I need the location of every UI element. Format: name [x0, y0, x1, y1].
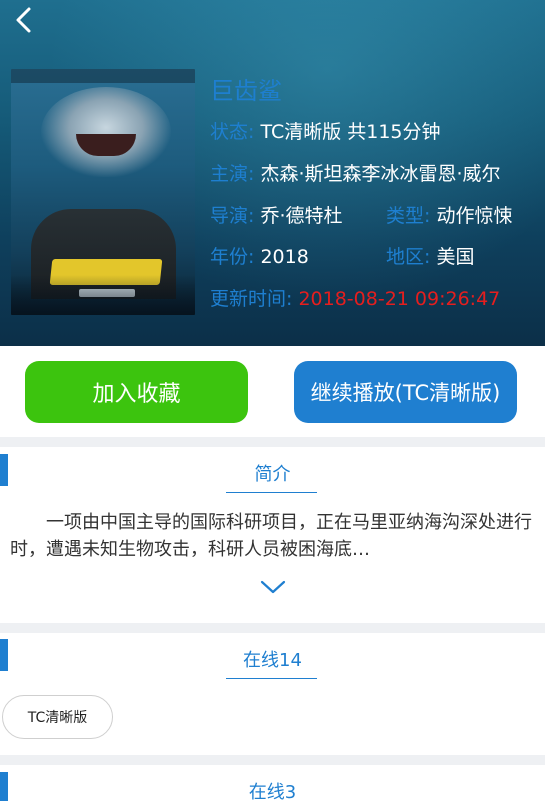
region-label: 地区: [386, 246, 431, 268]
add-favorite-button[interactable]: 加入收藏 [25, 361, 248, 423]
movie-poster [11, 69, 195, 315]
chevron-down-icon [260, 580, 286, 594]
year-value: 2018 [260, 246, 309, 268]
updated-label: 更新时间: [210, 288, 293, 310]
continue-play-button[interactable]: 继续播放(TC清晰版) [294, 361, 517, 423]
genre-value: 动作惊悚 [436, 205, 513, 227]
back-button[interactable] [8, 4, 40, 36]
source-heading[interactable]: 在线14 [0, 646, 545, 672]
year-row: 年份: 2018 [210, 245, 309, 269]
director-value: 乔·德特杜 [260, 205, 343, 227]
status-row: 状态: TC清晰版 共115分钟 [210, 120, 441, 144]
cast-value: 杰森·斯坦森李冰冰雷恩·威尔 [260, 163, 501, 185]
divider [0, 437, 545, 447]
movie-header: 巨齿鲨 状态: TC清晰版 共115分钟 主演: 杰森·斯坦森李冰冰雷恩·威尔 … [0, 0, 545, 346]
updated-row: 更新时间: 2018-08-21 09:26:47 [210, 287, 500, 311]
cast-row: 主演: 杰森·斯坦森李冰冰雷恩·威尔 [210, 162, 501, 186]
genre-row: 类型: 动作惊悚 [386, 204, 512, 228]
region-value: 美国 [436, 246, 475, 268]
status-value: TC清晰版 共115分钟 [260, 121, 441, 143]
source-heading[interactable]: 在线3 [0, 778, 545, 801]
updated-value: 2018-08-21 09:26:47 [298, 288, 501, 310]
cast-label: 主演: [210, 163, 255, 185]
genre-label: 类型: [386, 205, 431, 227]
director-label: 导演: [210, 205, 255, 227]
source-underline [226, 678, 317, 679]
region-row: 地区: 美国 [386, 245, 474, 269]
synopsis-underline [226, 492, 317, 493]
year-label: 年份: [210, 246, 255, 268]
episode-chip[interactable]: TC清晰版 [2, 695, 113, 739]
back-chevron-icon [16, 7, 31, 33]
director-row: 导演: 乔·德特杜 [210, 204, 343, 228]
synopsis-text: 一项由中国主导的国际科研项目，正在马里亚纳海沟深处进行时，遭遇未知生物攻击，科研… [10, 512, 532, 560]
divider [0, 755, 545, 765]
movie-title: 巨齿鲨 [210, 77, 282, 105]
status-label: 状态: [210, 121, 255, 143]
expand-synopsis-button[interactable] [258, 577, 288, 597]
divider [0, 623, 545, 633]
synopsis-heading: 简介 [254, 464, 291, 485]
